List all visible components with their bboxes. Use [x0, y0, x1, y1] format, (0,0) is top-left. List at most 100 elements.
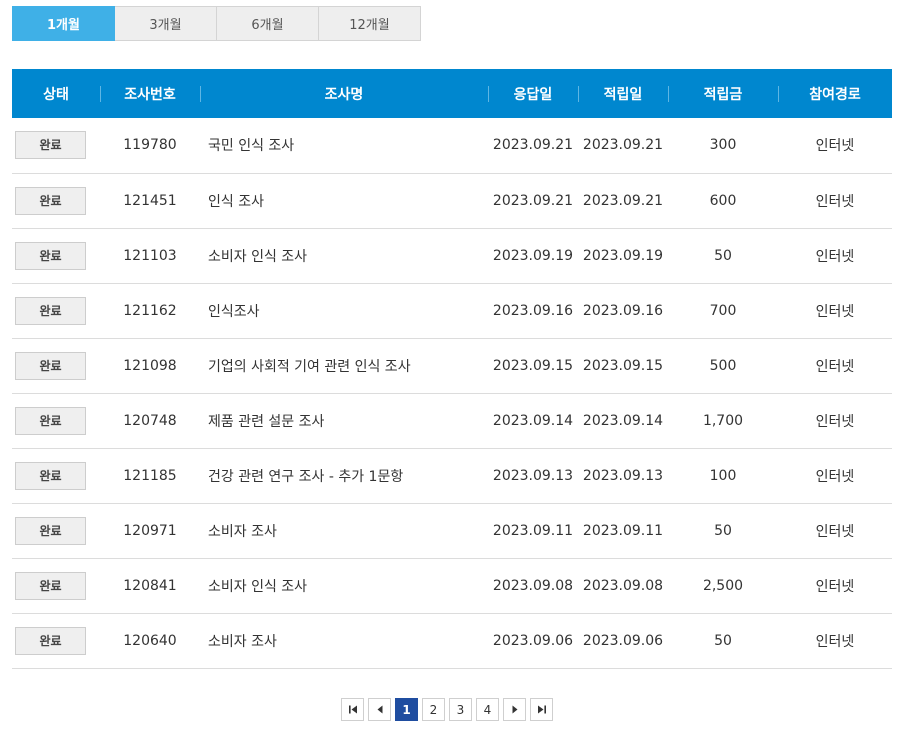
- status-badge[interactable]: 완료: [15, 131, 86, 160]
- route: 인터넷: [815, 413, 855, 430]
- points: 300: [709, 137, 737, 154]
- survey-name: 인식 조사: [208, 193, 264, 210]
- route: 인터넷: [815, 248, 855, 265]
- header-survey-id: 조사번호: [100, 69, 200, 118]
- answered-date: 2023.09.13: [492, 467, 574, 484]
- next-page-button[interactable]: [503, 698, 526, 721]
- table-row: 완료 121098 기업의 사회적 기여 관련 인식 조사 2023.09.15…: [12, 338, 892, 393]
- credited-date: 2023.09.06: [582, 632, 664, 649]
- survey-history-table: 상태 조사번호 조사명 응답일 적립일 적립금 참여경로 완료 119780 국…: [12, 69, 892, 669]
- points: 1,700: [702, 412, 744, 429]
- route: 인터넷: [815, 358, 855, 375]
- last-page-icon: [537, 705, 546, 714]
- status-badge[interactable]: 완료: [15, 351, 86, 380]
- survey-name: 국민 인식 조사: [208, 138, 295, 155]
- answered-date: 2023.09.08: [492, 577, 574, 594]
- survey-id: 120971: [123, 522, 177, 539]
- credited-date: 2023.09.19: [582, 247, 664, 264]
- header-status: 상태: [43, 86, 69, 103]
- period-tabs: 1개월 3개월 6개월 12개월: [12, 6, 421, 41]
- table-row: 완료 119780 국민 인식 조사 2023.09.21 2023.09.21…: [12, 118, 892, 173]
- answered-date: 2023.09.06: [492, 632, 574, 649]
- survey-id: 121103: [123, 247, 177, 264]
- route: 인터넷: [815, 633, 855, 650]
- survey-name: 인식조사: [208, 303, 260, 320]
- credited-date: 2023.09.14: [582, 412, 664, 429]
- page-2-button[interactable]: 2: [422, 698, 445, 721]
- credited-date: 2023.09.21: [582, 192, 664, 209]
- header-points: 적립금: [668, 69, 778, 118]
- route: 인터넷: [815, 138, 855, 155]
- answered-date: 2023.09.21: [492, 137, 574, 154]
- survey-id: 121162: [123, 302, 177, 319]
- page-3-button[interactable]: 3: [449, 698, 472, 721]
- header-survey-name: 조사명: [200, 69, 488, 118]
- tab-6-months[interactable]: 6개월: [217, 6, 319, 41]
- table-row: 완료 120748 제품 관련 설문 조사 2023.09.14 2023.09…: [12, 393, 892, 448]
- route: 인터넷: [815, 303, 855, 320]
- tab-1-month[interactable]: 1개월: [12, 6, 115, 41]
- status-badge[interactable]: 완료: [15, 516, 86, 545]
- survey-id: 120841: [123, 577, 177, 594]
- points: 50: [714, 632, 732, 649]
- table-row: 완료 121103 소비자 인식 조사 2023.09.19 2023.09.1…: [12, 228, 892, 283]
- points: 50: [714, 247, 732, 264]
- credited-date: 2023.09.08: [582, 577, 664, 594]
- table-body: 완료 119780 국민 인식 조사 2023.09.21 2023.09.21…: [12, 118, 892, 668]
- survey-name: 기업의 사회적 기여 관련 인식 조사: [208, 358, 411, 375]
- points: 2,500: [702, 577, 744, 594]
- last-page-button[interactable]: [530, 698, 553, 721]
- tab-3-months[interactable]: 3개월: [115, 6, 217, 41]
- tab-12-months[interactable]: 12개월: [319, 6, 421, 41]
- survey-id: 121185: [123, 467, 177, 484]
- points: 500: [709, 357, 737, 374]
- survey-name: 소비자 인식 조사: [208, 578, 308, 595]
- survey-name: 건강 관련 연구 조사 - 추가 1문항: [208, 468, 404, 485]
- header-credited-date: 적립일: [578, 69, 668, 118]
- route: 인터넷: [815, 468, 855, 485]
- first-page-icon: [348, 705, 357, 714]
- page-1-button[interactable]: 1: [395, 698, 418, 721]
- table-header-row: 상태 조사번호 조사명 응답일 적립일 적립금 참여경로: [12, 69, 892, 118]
- credited-date: 2023.09.21: [582, 137, 664, 154]
- answered-date: 2023.09.16: [492, 302, 574, 319]
- points: 50: [714, 522, 732, 539]
- status-badge[interactable]: 완료: [15, 406, 86, 435]
- answered-date: 2023.09.21: [492, 192, 574, 209]
- answered-date: 2023.09.15: [492, 357, 574, 374]
- survey-id: 120748: [123, 412, 177, 429]
- points: 700: [709, 302, 737, 319]
- survey-name: 소비자 인식 조사: [208, 248, 308, 265]
- table-row: 완료 121185 건강 관련 연구 조사 - 추가 1문항 2023.09.1…: [12, 448, 892, 503]
- page-4-button[interactable]: 4: [476, 698, 499, 721]
- first-page-button[interactable]: [341, 698, 364, 721]
- survey-id: 121451: [123, 192, 177, 209]
- answered-date: 2023.09.14: [492, 412, 574, 429]
- survey-name: 소비자 조사: [208, 523, 277, 540]
- status-badge[interactable]: 완료: [15, 571, 86, 600]
- route: 인터넷: [815, 523, 855, 540]
- credited-date: 2023.09.16: [582, 302, 664, 319]
- table-row: 완료 120971 소비자 조사 2023.09.11 2023.09.11 5…: [12, 503, 892, 558]
- status-badge[interactable]: 완료: [15, 241, 86, 270]
- answered-date: 2023.09.11: [492, 522, 574, 539]
- table-row: 완료 121162 인식조사 2023.09.16 2023.09.16 700…: [12, 283, 892, 338]
- credited-date: 2023.09.15: [582, 357, 664, 374]
- header-route: 참여경로: [778, 69, 892, 118]
- survey-id: 121098: [123, 357, 177, 374]
- table-row: 완료 120640 소비자 조사 2023.09.06 2023.09.06 5…: [12, 613, 892, 668]
- status-badge[interactable]: 완료: [15, 296, 86, 325]
- table-row: 완료 121451 인식 조사 2023.09.21 2023.09.21 60…: [12, 173, 892, 228]
- points: 600: [709, 192, 737, 209]
- status-badge[interactable]: 완료: [15, 626, 86, 655]
- prev-page-icon: [377, 705, 382, 714]
- credited-date: 2023.09.11: [582, 522, 664, 539]
- credited-date: 2023.09.13: [582, 467, 664, 484]
- prev-page-button[interactable]: [368, 698, 391, 721]
- survey-id: 119780: [123, 137, 177, 154]
- points: 100: [709, 467, 737, 484]
- status-badge[interactable]: 완료: [15, 461, 86, 490]
- pagination: 1 2 3 4: [341, 698, 553, 721]
- status-badge[interactable]: 완료: [15, 186, 86, 215]
- answered-date: 2023.09.19: [492, 247, 574, 264]
